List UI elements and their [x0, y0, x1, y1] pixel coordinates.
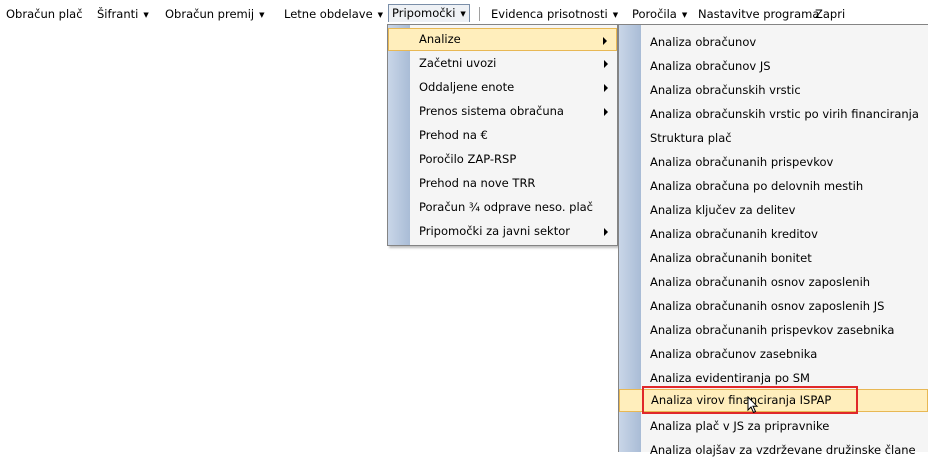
- menu-letne-obdelave[interactable]: Letne obdelave ▼: [284, 6, 383, 22]
- menu-item-label: Analiza virov financiranja ISPAP: [651, 393, 832, 407]
- menu-obracun-premij[interactable]: Obračun premij ▼: [165, 6, 265, 22]
- menu-item-pripomocki-javni-sektor[interactable]: Pripomočki za javni sektor: [388, 220, 617, 243]
- menu-item-label: Analiza obračunov JS: [650, 59, 771, 73]
- menu-item-prehod-na-euro[interactable]: Prehod na €: [388, 124, 617, 147]
- menu-item-oddaljene-enote[interactable]: Oddaljene enote: [388, 76, 617, 99]
- menu-item-analiza-vrstic-po-virih[interactable]: Analiza obračunskih vrstic po virih fina…: [619, 103, 928, 126]
- menu-label: Obračun premij: [165, 7, 255, 21]
- menu-item-label: Analiza obračunov zasebnika: [650, 347, 818, 361]
- menu-item-label: Prehod na €: [419, 128, 488, 142]
- menu-item-label: Struktura plač: [650, 131, 732, 145]
- menu-item-label: Analiza obračunskih vrstic po virih fina…: [650, 107, 919, 121]
- menu-item-label: Poročilo ZAP-RSP: [419, 152, 517, 166]
- menu-item-analiza-virov-ispap[interactable]: Analiza virov financiranja ISPAP: [619, 389, 928, 412]
- menu-item-analiza-kljucev[interactable]: Analiza ključev za delitev: [619, 199, 928, 222]
- dropdown-arrow-icon: ▼: [143, 11, 149, 19]
- menu-item-label: Analiza obračunanih prispevkov zasebnika: [650, 323, 895, 337]
- menu-item-label: Pripomočki za javni sektor: [419, 224, 570, 238]
- menu-item-analize[interactable]: Analize: [388, 28, 617, 51]
- submenu-arrow-icon: [603, 37, 607, 45]
- menu-item-label: Analiza obračuna po delovnih mestih: [650, 179, 864, 193]
- menu-item-analiza-obracunskih-vrstic[interactable]: Analiza obračunskih vrstic: [619, 79, 928, 102]
- menu-item-poracun-odprave[interactable]: Poračun ¾ odprave neso. plač: [388, 196, 617, 219]
- menu-item-porocilo-zap-rsp[interactable]: Poročilo ZAP-RSP: [388, 148, 617, 171]
- menu-item-label: Analiza obračunskih vrstic: [650, 83, 801, 97]
- submenu-arrow-icon: [604, 84, 608, 92]
- menu-item-label: Analize: [419, 32, 461, 46]
- analize-submenu: Analiza obračunov Analiza obračunov JS A…: [618, 24, 928, 457]
- menu-item-analiza-prispevkov-zasebnika[interactable]: Analiza obračunanih prispevkov zasebnika: [619, 319, 928, 342]
- menu-item-analiza-prispevkov[interactable]: Analiza obračunanih prispevkov: [619, 151, 928, 174]
- menu-sifranti[interactable]: Šifranti ▼: [97, 6, 149, 22]
- menu-item-prehod-na-nove-trr[interactable]: Prehod na nove TRR: [388, 172, 617, 195]
- menu-item-label: Prehod na nove TRR: [419, 176, 536, 190]
- submenu-arrow-icon: [604, 228, 608, 236]
- menu-item-label: Prenos sistema obračuna: [419, 104, 564, 118]
- menu-item-label: Analiza obračunanih prispevkov: [650, 155, 834, 169]
- menu-pripomocki[interactable]: Pripomočki ▼: [388, 4, 470, 22]
- menu-item-label: Analiza obračunanih osnov zaposlenih: [650, 275, 871, 289]
- menu-item-struktura-plac[interactable]: Struktura plač: [619, 127, 928, 150]
- menu-obracun-plac[interactable]: Obračun plač: [6, 6, 83, 22]
- menu-item-analiza-olajsav[interactable]: Analiza olajšav za vzdrževane družinske …: [619, 439, 928, 462]
- menu-item-analiza-osnov-zaposlenih[interactable]: Analiza obračunanih osnov zaposlenih: [619, 271, 928, 294]
- menu-item-label: Analiza obračunanih kreditov: [650, 227, 818, 241]
- menu-zapri[interactable]: Zapri: [815, 6, 845, 22]
- menu-label: Šifranti: [97, 7, 139, 21]
- menu-porocila[interactable]: Poročila ▼: [632, 6, 687, 22]
- menu-item-label: Analiza obračunanih bonitet: [650, 251, 812, 265]
- menu-item-label: Analiza olajšav za vzdrževane družinske …: [650, 443, 916, 457]
- menu-item-label: Začetni uvozi: [419, 56, 497, 70]
- menu-item-analiza-po-delovnih-mestih[interactable]: Analiza obračuna po delovnih mestih: [619, 175, 928, 198]
- submenu-arrow-icon: [604, 108, 608, 116]
- pripomocki-dropdown: Analize Začetni uvozi Oddaljene enote Pr…: [387, 24, 618, 246]
- menu-item-analiza-plac-pripravniki[interactable]: Analiza plač v JS za pripravnike: [619, 415, 928, 438]
- menu-label: Obračun plač: [6, 7, 83, 21]
- dropdown-arrow-icon: ▼: [681, 11, 688, 19]
- menu-item-label: Analiza evidentiranja po SM: [650, 371, 810, 385]
- submenu-arrow-icon: [604, 60, 608, 68]
- menu-item-prenos-sistema[interactable]: Prenos sistema obračuna: [388, 100, 617, 123]
- menu-item-analiza-evidentiranja-sm[interactable]: Analiza evidentiranja po SM: [619, 367, 928, 390]
- mouse-pointer-icon: [747, 396, 759, 414]
- menu-item-label: Oddaljene enote: [419, 80, 515, 94]
- dropdown-arrow-icon: ▼: [460, 10, 466, 18]
- menu-nastavitve-programa[interactable]: Nastavitve programa: [698, 6, 819, 22]
- menu-evidenca-prisotnosti[interactable]: Evidenca prisotnosti ▼: [491, 6, 618, 22]
- menu-item-label: Analiza plač v JS za pripravnike: [650, 419, 830, 433]
- menu-item-analiza-obracunov-zasebnika[interactable]: Analiza obračunov zasebnika: [619, 343, 928, 366]
- menu-label: Letne obdelave: [284, 7, 373, 21]
- menu-item-label: Poračun ¾ odprave neso. plač: [419, 200, 594, 214]
- menu-label: Poročila: [632, 7, 677, 21]
- dropdown-arrow-icon: ▼: [612, 11, 619, 19]
- menu-label: Zapri: [815, 7, 846, 21]
- menu-item-analiza-bonitet[interactable]: Analiza obračunanih bonitet: [619, 247, 928, 270]
- menu-label: Evidenca prisotnosti: [491, 7, 608, 21]
- menu-label: Pripomočki: [392, 6, 456, 20]
- dropdown-arrow-icon: ▼: [259, 11, 265, 19]
- menu-separator: [479, 7, 480, 21]
- menu-item-analiza-osnov-zaposlenih-js[interactable]: Analiza obračunanih osnov zaposlenih JS: [619, 295, 928, 318]
- menu-item-label: Analiza obračunov: [650, 35, 757, 49]
- menu-item-zacetni-uvozi[interactable]: Začetni uvozi: [388, 52, 617, 75]
- menu-item-analiza-obracunov[interactable]: Analiza obračunov: [619, 31, 928, 54]
- menu-item-label: Analiza ključev za delitev: [650, 203, 796, 217]
- menu-bar: Obračun plač Šifranti ▼ Obračun premij ▼ L…: [0, 0, 928, 24]
- menu-item-label: Analiza obračunanih osnov zaposlenih JS: [650, 299, 885, 313]
- dropdown-arrow-icon: ▼: [377, 11, 384, 19]
- menu-item-analiza-kreditov[interactable]: Analiza obračunanih kreditov: [619, 223, 928, 246]
- menu-label: Nastavitve programa: [698, 7, 820, 21]
- menu-item-analiza-obracunov-js[interactable]: Analiza obračunov JS: [619, 55, 928, 78]
